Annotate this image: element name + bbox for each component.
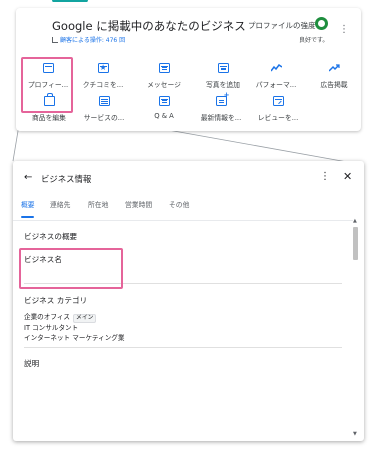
profile-strength-label: プロファイルの強度 bbox=[248, 21, 316, 30]
profile-strength-ring-icon[interactable] bbox=[315, 17, 328, 30]
tab-contact[interactable]: 連絡先 bbox=[50, 199, 70, 209]
scrollbar-thumb[interactable] bbox=[353, 227, 358, 260]
tab-overview[interactable]: 概要 bbox=[21, 199, 35, 209]
action-label: Q & A bbox=[154, 112, 174, 120]
dialog-title: ビジネス情報 bbox=[41, 174, 92, 184]
ads-trend-icon bbox=[328, 63, 340, 73]
description-label[interactable]: 説明 bbox=[24, 358, 39, 369]
star-review-icon bbox=[97, 63, 109, 73]
action-label: メッセージ bbox=[147, 81, 181, 89]
message-icon bbox=[158, 63, 170, 73]
action-label: サービスの... bbox=[83, 114, 125, 122]
action-label: クチコミを... bbox=[82, 81, 124, 89]
performance-icon bbox=[270, 63, 282, 73]
scroll-up-arrow-icon[interactable]: ▲ bbox=[353, 219, 357, 224]
more-options-icon[interactable]: ⋮ bbox=[339, 25, 349, 35]
more-options-icon[interactable]: ⋮ bbox=[320, 172, 330, 182]
action-add-update[interactable]: 最新情報を... bbox=[195, 91, 247, 128]
customer-actions-text: 顧客による操作: 476 回 bbox=[60, 37, 126, 44]
category-item: IT コンサルタント bbox=[24, 324, 79, 332]
action-messages[interactable]: メッセージ bbox=[138, 63, 190, 95]
business-category-label[interactable]: ビジネス カテゴリ bbox=[24, 295, 87, 306]
action-review-link[interactable]: レビューを... bbox=[252, 96, 304, 128]
action-label: レビューを... bbox=[257, 114, 299, 122]
back-arrow-icon[interactable]: ← bbox=[24, 173, 32, 183]
action-label: 写真を追加 bbox=[206, 81, 240, 89]
action-qa[interactable]: Q & A bbox=[138, 96, 190, 128]
qa-icon bbox=[158, 96, 170, 106]
action-label: 広告掲載 bbox=[320, 81, 348, 89]
business-panel-title: Google に掲載中のあなたのビジネス bbox=[52, 19, 246, 33]
review-link-icon bbox=[272, 96, 284, 106]
action-label: 最新情報を... bbox=[200, 114, 242, 122]
tab-location[interactable]: 所在地 bbox=[88, 199, 108, 209]
business-info-dialog: ← ビジネス情報 ⋮ ✕ 概要 連絡先 所在地 営業時間 その他 ビジネスの概要… bbox=[13, 161, 364, 441]
tabs-divider bbox=[13, 220, 353, 221]
action-label: パフォーマ... bbox=[255, 81, 297, 89]
active-tab-indicator bbox=[21, 216, 34, 218]
highlight-profile-tile bbox=[21, 57, 73, 113]
add-post-icon bbox=[215, 91, 230, 106]
category-item: インターネット マーケティング業 bbox=[24, 334, 125, 342]
section-title: ビジネスの概要 bbox=[24, 232, 78, 241]
action-get-reviews[interactable]: クチコミを... bbox=[77, 63, 129, 95]
tab-more[interactable]: その他 bbox=[169, 199, 189, 209]
photo-icon bbox=[217, 63, 229, 73]
field-divider bbox=[24, 347, 342, 348]
action-services[interactable]: サービスの... bbox=[78, 96, 130, 128]
close-icon[interactable]: ✕ bbox=[343, 171, 352, 182]
scroll-down-arrow-icon[interactable]: ▼ bbox=[353, 432, 357, 437]
dialog-tabs: 概要 連絡先 所在地 営業時間 その他 bbox=[13, 199, 364, 219]
category-name: 企業のオフィス bbox=[24, 313, 71, 321]
customer-actions-link[interactable]: 顧客による操作: 476 回 bbox=[52, 35, 125, 44]
action-label: 商品を編集 bbox=[32, 114, 66, 122]
action-ads[interactable]: 広告掲載 bbox=[308, 63, 360, 95]
profile-strength-status: 良好です。 bbox=[299, 37, 329, 44]
highlight-business-name bbox=[19, 248, 123, 289]
chart-icon bbox=[52, 37, 58, 43]
action-performance[interactable]: パフォーマ... bbox=[250, 63, 302, 95]
tab-hours[interactable]: 営業時間 bbox=[125, 199, 152, 209]
services-list-icon bbox=[98, 96, 110, 106]
